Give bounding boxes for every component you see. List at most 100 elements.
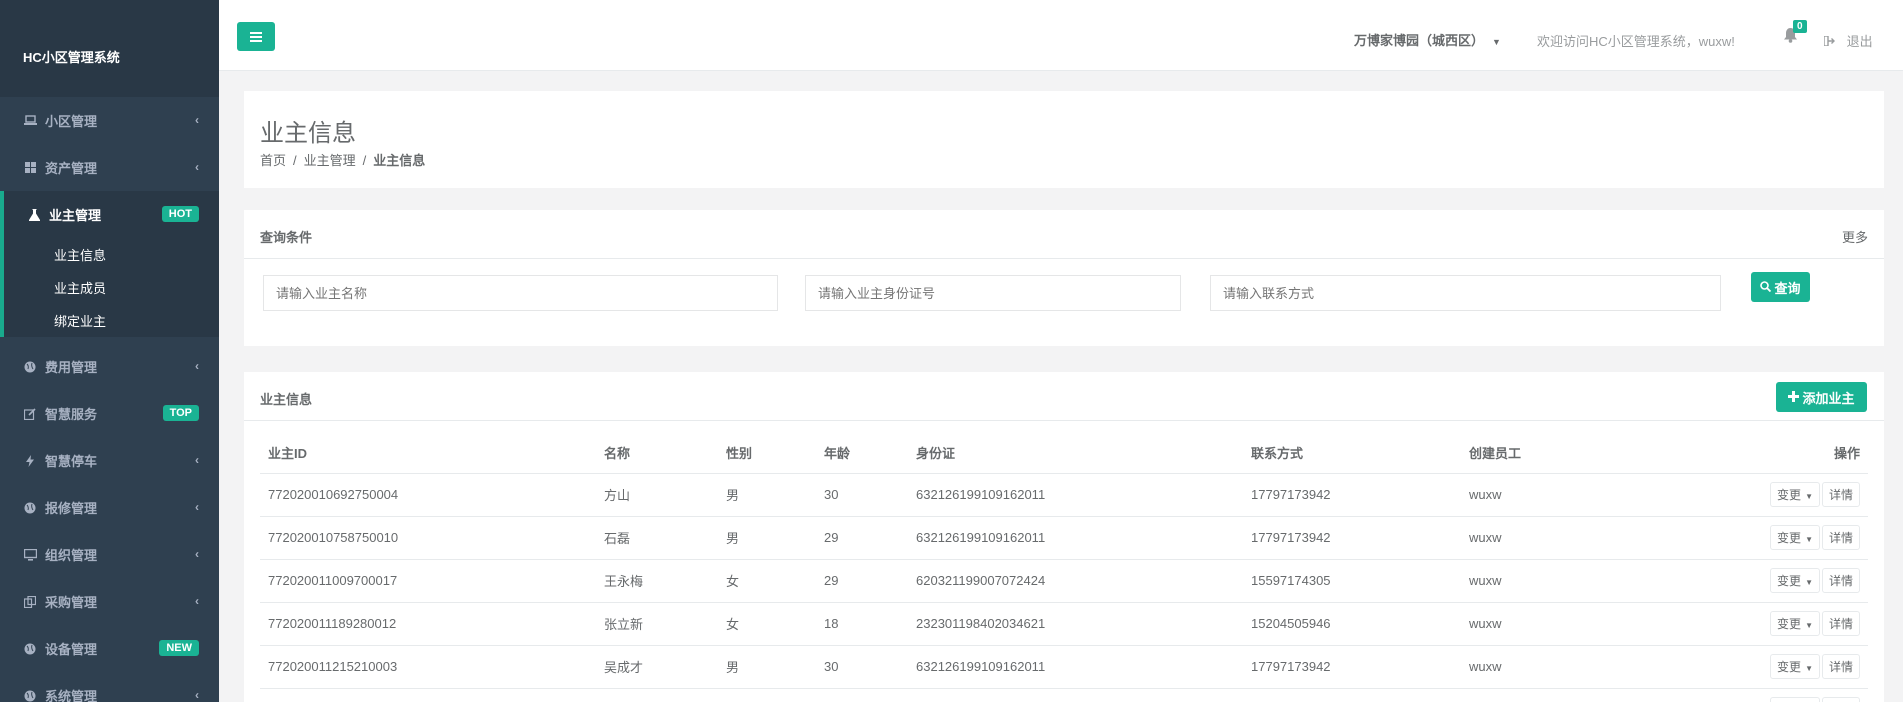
cell-name: 张立新 xyxy=(596,602,718,646)
cell-creator: wuxw xyxy=(1461,473,1701,517)
sidebar-item-label: 费用管理 xyxy=(45,360,98,375)
sidebar-item-organization[interactable]: 组织管理 ‹ xyxy=(0,531,219,578)
sidebar-item-devices[interactable]: 设备管理 NEW xyxy=(0,625,219,672)
owner-table: 业主ID 名称 性别 年龄 身份证 联系方式 创建员工 操作 772020010… xyxy=(260,433,1868,702)
search-button-label: 查询 xyxy=(1774,280,1801,296)
sidebar-item-fees[interactable]: 费用管理 ‹ xyxy=(0,343,219,390)
breadcrumb-separator: / xyxy=(362,153,367,168)
more-link[interactable]: 更多 xyxy=(1842,227,1868,246)
sidebar-item-label: 组织管理 xyxy=(45,548,98,563)
cell-gender: 男 xyxy=(718,645,816,689)
detail-button[interactable]: 详情 xyxy=(1821,611,1860,636)
breadcrumb-separator: / xyxy=(293,153,297,168)
cell-owner-id: 772020010758750010 xyxy=(260,516,596,560)
cell-age: 30 xyxy=(816,473,908,517)
col-id-card: 身份证 xyxy=(908,433,1243,474)
sidebar-item-community[interactable]: 小区管理 ‹ xyxy=(0,97,219,144)
detail-button[interactable]: 详情 xyxy=(1821,697,1860,702)
sidebar-item-label: 业主管理 xyxy=(49,208,102,223)
detail-button[interactable]: 详情 xyxy=(1821,482,1860,507)
change-dropdown-button[interactable]: 变更▼ xyxy=(1770,525,1820,550)
copy-icon xyxy=(23,595,37,609)
cell-actions: 变更▼详情 xyxy=(1701,516,1868,560)
change-dropdown-button[interactable]: 变更▼ xyxy=(1770,697,1820,702)
sidebar-item-parking[interactable]: 智慧停车 ‹ xyxy=(0,437,219,484)
logout-label: 退出 xyxy=(1846,34,1873,49)
sidebar-item-smart-service[interactable]: 智慧服务 TOP xyxy=(0,390,219,437)
logout-link[interactable]: 退出 xyxy=(1823,31,1873,50)
menu-toggle-button[interactable] xyxy=(237,22,275,51)
col-gender: 性别 xyxy=(718,433,816,474)
change-dropdown-button[interactable]: 变更▼ xyxy=(1770,568,1820,593)
caret-down-icon: ▼ xyxy=(1805,492,1813,501)
query-panel-title: 查询条件 xyxy=(260,230,313,245)
caret-down-icon: ▼ xyxy=(1805,664,1813,673)
detail-button[interactable]: 详情 xyxy=(1821,568,1860,593)
cell-contact: 15597174305 xyxy=(1243,559,1461,603)
change-dropdown-button[interactable]: 变更▼ xyxy=(1770,654,1820,679)
cell-gender: 男 xyxy=(718,688,816,702)
col-name: 名称 xyxy=(596,433,718,474)
cell-id-card: 232301198402034621 xyxy=(908,602,1243,646)
cell-name: 高勇 xyxy=(596,688,718,702)
table-row: 772020010692750004 方山 男 30 6321261991091… xyxy=(260,473,1868,517)
detail-button[interactable]: 详情 xyxy=(1821,525,1860,550)
sidebar-item-label: 智慧停车 xyxy=(45,454,98,469)
cell-owner-id: 772020011009700017 xyxy=(260,559,596,603)
cell-gender: 男 xyxy=(718,516,816,560)
table-row: 772020011255480003 高勇 男 35 1 18909099888… xyxy=(260,688,1868,702)
sidebar-group-owners: 业主管理 HOT 业主信息 业主成员 绑定业主 xyxy=(0,191,219,337)
add-owner-button[interactable]: 添加业主 xyxy=(1776,382,1867,412)
sidebar-subitem-owner-members[interactable]: 业主成员 xyxy=(4,271,219,304)
cell-contact: 18909099888 xyxy=(1243,688,1461,702)
sidebar-item-owners[interactable]: 业主管理 HOT xyxy=(4,191,219,238)
sidebar-item-assets[interactable]: 资产管理 ‹ xyxy=(0,144,219,191)
caret-down-icon: ▼ xyxy=(1805,621,1813,630)
cell-owner-id: 772020011215210003 xyxy=(260,645,596,689)
cell-actions: 变更▼详情 xyxy=(1701,473,1868,517)
cell-age: 29 xyxy=(816,516,908,560)
owner-table-panel: 业主信息 添加业主 业主ID 名称 性别 年龄 身份证 联系方式 创建员工 操作… xyxy=(244,372,1884,702)
cell-creator: wuxw xyxy=(1461,602,1701,646)
cell-actions: 变更▼详情 xyxy=(1701,645,1868,689)
cell-id-card: 632126199109162011 xyxy=(908,516,1243,560)
community-selector[interactable]: 万博家博园（城西区） ▼ xyxy=(1354,30,1501,49)
sidebar-item-purchasing[interactable]: 采购管理 ‹ xyxy=(0,578,219,625)
change-dropdown-button[interactable]: 变更▼ xyxy=(1770,482,1820,507)
globe-icon xyxy=(23,501,37,515)
chevron-left-icon: ‹ xyxy=(195,113,199,127)
cell-owner-id: 772020011189280012 xyxy=(260,602,596,646)
cell-creator: wuxw xyxy=(1461,688,1701,702)
change-dropdown-button[interactable]: 变更▼ xyxy=(1770,611,1820,636)
cell-gender: 女 xyxy=(718,559,816,603)
contact-input[interactable] xyxy=(1210,275,1721,311)
breadcrumb-home[interactable]: 首页 xyxy=(260,153,286,168)
caret-down-icon: ▼ xyxy=(1805,578,1813,587)
detail-button[interactable]: 详情 xyxy=(1821,654,1860,679)
change-label: 变更 xyxy=(1777,531,1802,545)
table-row: 772020010758750010 石磊 男 29 6321261991091… xyxy=(260,516,1868,560)
col-owner-id: 业主ID xyxy=(260,433,596,474)
sidebar-subitem-owner-info[interactable]: 业主信息 xyxy=(4,238,219,271)
table-row: 772020011189280012 张立新 女 18 232301198402… xyxy=(260,602,1868,646)
chevron-left-icon: ‹ xyxy=(195,359,199,373)
sidebar-item-system[interactable]: 系统管理 ‹ xyxy=(0,672,219,702)
cell-contact: 15204505946 xyxy=(1243,602,1461,646)
search-button[interactable]: 查询 xyxy=(1751,272,1810,302)
cell-age: 29 xyxy=(816,559,908,603)
owner-id-card-input[interactable] xyxy=(805,275,1181,311)
breadcrumb-owner-management[interactable]: 业主管理 xyxy=(304,153,356,168)
globe-icon xyxy=(23,360,37,374)
chevron-left-icon: ‹ xyxy=(195,688,199,702)
chevron-left-icon: ‹ xyxy=(195,453,199,467)
chevron-left-icon: ‹ xyxy=(195,500,199,514)
cell-age: 18 xyxy=(816,602,908,646)
sidebar-item-repairs[interactable]: 报修管理 ‹ xyxy=(0,484,219,531)
owner-name-input[interactable] xyxy=(263,275,778,311)
search-icon xyxy=(1760,280,1772,295)
cell-id-card: 632126199109162011 xyxy=(908,473,1243,517)
cell-name: 石磊 xyxy=(596,516,718,560)
hot-badge: HOT xyxy=(161,206,199,222)
table-header-row: 业主ID 名称 性别 年龄 身份证 联系方式 创建员工 操作 xyxy=(260,433,1868,474)
sidebar-subitem-bind-owner[interactable]: 绑定业主 xyxy=(4,304,219,337)
